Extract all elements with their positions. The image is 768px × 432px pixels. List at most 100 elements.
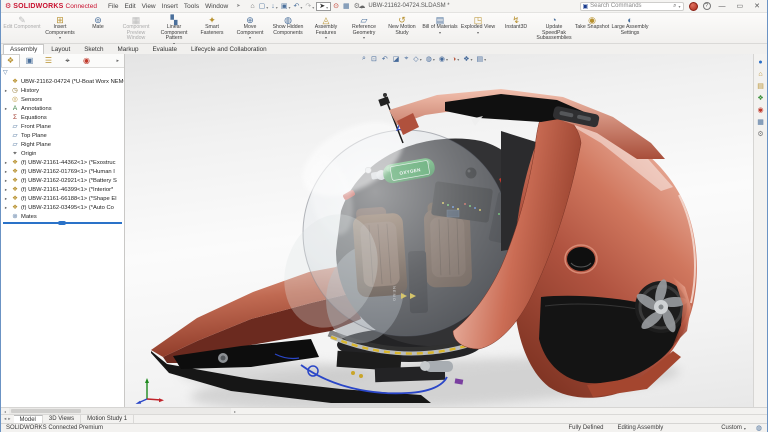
quick-access-button[interactable]: ↓ ▾ (270, 3, 279, 10)
panel-tab[interactable]: ▣ (20, 55, 39, 67)
panel-tab[interactable]: ❖ (1, 54, 20, 67)
panel-tab[interactable]: ◉ (77, 55, 96, 67)
help-button[interactable]: ? (703, 2, 711, 10)
tree-item[interactable]: ▸ ❖ (f) UBW-21161-44362<1> (*Exostruc (3, 158, 124, 167)
ribbon-button[interactable]: ⊞ Insert Components ▾ (41, 14, 79, 43)
ribbon-button[interactable]: ⊚ Mate (79, 14, 117, 43)
ribbon-button[interactable]: ◳ Exploded View ▾ (459, 14, 497, 43)
ribbon-button[interactable]: ◉ Take Snapshot (573, 14, 611, 43)
quick-access-button[interactable]: ⚙ ▾ (353, 3, 364, 10)
ribbon-tab[interactable]: Evaluate (145, 44, 184, 54)
tree-item[interactable]: ▸ ◷ History (3, 86, 124, 95)
view-tool-button[interactable]: ◪ (393, 55, 401, 63)
tree-item[interactable]: Σ Equations (3, 113, 124, 122)
filter-icon[interactable]: ▽ (3, 69, 8, 76)
panel-tab[interactable]: ☰ (39, 55, 58, 67)
tab-nav-right-icon[interactable]: ▸ (8, 416, 10, 422)
minimize-button[interactable]: — (716, 3, 729, 10)
search-icon[interactable]: ⌕ (673, 3, 676, 10)
tree-item[interactable]: ▱ Top Plane (3, 131, 124, 140)
task-pane-icon[interactable]: ⌂ (758, 71, 762, 78)
tree-item[interactable]: ▱ Front Plane (3, 122, 124, 131)
quick-access-button[interactable]: ➤ ▾ (316, 2, 331, 11)
tree-item[interactable]: ▸ ❖ (f) UBW-21162-02921<1> (*Battery S (3, 176, 124, 185)
ribbon-button[interactable]: ▤ Bill of Materials ▾ (421, 14, 459, 43)
ribbon-button[interactable]: ◍ Show Hidden Components (269, 14, 307, 43)
scrollbar-thumb[interactable] (11, 409, 81, 413)
close-button[interactable]: ✕ (751, 2, 763, 10)
quick-access-button[interactable]: ⌂ (249, 3, 256, 10)
ribbon-tab[interactable]: Markup (110, 44, 145, 54)
ribbon-button[interactable]: ↯ Instant3D (497, 14, 535, 43)
view-tool-button[interactable]: ▤ ▾ (477, 55, 487, 63)
user-avatar[interactable] (689, 2, 698, 11)
tree-item[interactable]: ▸ ❖ (f) UBW-21161-66188<1> (*Shape El (3, 194, 124, 203)
menu-item[interactable]: Window (202, 3, 231, 10)
task-pane-icon[interactable]: ▤ (757, 83, 764, 90)
expand-caret-icon[interactable]: ▸ (3, 106, 9, 112)
ribbon-button[interactable]: ◬ Assembly Features ▾ (307, 14, 345, 43)
ribbon-button[interactable]: ✎ Edit Component (3, 14, 41, 43)
ribbon-button[interactable]: ▚ Linear Component Pattern ▾ (155, 14, 193, 43)
quick-access-button[interactable]: ↶ ▾ (292, 3, 303, 10)
task-pane-icon[interactable]: ▦ (757, 119, 764, 126)
tree-item[interactable]: ▸ ❖ (f) UBW-21161-46399<1> (*Interior* (3, 185, 124, 194)
view-tool-button[interactable]: ⌕ (362, 55, 367, 63)
model-tab[interactable]: 3D Views (43, 415, 81, 423)
ribbon-button[interactable]: ▦ Component Preview Window (117, 14, 155, 43)
ribbon-button[interactable]: ◐ Large Assembly Settings (611, 14, 649, 43)
expand-caret-icon[interactable]: ▸ (3, 169, 9, 175)
search-caret-icon[interactable]: ▾ (678, 4, 680, 9)
menu-item[interactable]: Tools (181, 3, 202, 10)
model-tab[interactable]: Motion Study 1 (81, 415, 134, 423)
view-tool-button[interactable]: ❖ ▾ (463, 55, 472, 63)
ribbon-button[interactable]: ◔ Update SpeedPak Subassemblies (535, 14, 573, 43)
tab-nav-left-icon[interactable]: ◂ (4, 416, 6, 422)
quick-access-button[interactable]: ↷ ▾ (304, 3, 315, 10)
panel-tabs-more-icon[interactable]: ▸ (116, 58, 122, 64)
quick-access-button[interactable]: ▣ ▾ (280, 3, 292, 10)
view-tool-button[interactable]: ◉ ▾ (439, 55, 448, 63)
quick-access-button[interactable]: ▢ ▾ (258, 3, 270, 10)
view-tool-button[interactable]: ⌖ (404, 55, 409, 63)
menu-item[interactable]: Insert (159, 3, 181, 10)
task-pane-icon[interactable]: ❖ (757, 95, 763, 102)
quick-access-button[interactable]: ⊙ (332, 3, 341, 10)
view-tool-button[interactable]: ◍ ▾ (426, 55, 435, 63)
tree-item[interactable]: ◎ Sensors (3, 95, 124, 104)
ribbon-tab[interactable]: Lifecycle and Collaboration (184, 44, 274, 54)
expand-caret-icon[interactable]: ▸ (3, 196, 9, 202)
graphics-viewport[interactable]: ⌕ ⊡ ↶ ◪ ⌖ ◇ (125, 54, 753, 407)
ribbon-button[interactable]: ↺ New Motion Study (383, 14, 421, 43)
expand-caret-icon[interactable]: ▸ (3, 178, 9, 184)
tree-item[interactable]: ⊚ Mates (3, 212, 124, 221)
horizontal-scrollbar[interactable]: ◂ ▸ (1, 407, 767, 414)
view-tool-button[interactable]: ↶ (382, 55, 389, 63)
tree-item[interactable]: ⌖ Origin (3, 149, 124, 158)
menu-item[interactable]: View (139, 3, 159, 10)
ribbon-button[interactable]: ⊕ Move Component ▾ (231, 14, 269, 43)
tree-root[interactable]: ❖ UBW-21162-04724 (*U-Boat Worx NEMO (3, 77, 124, 86)
tree-item[interactable]: ▸ A Annotations (3, 104, 124, 113)
tree-item[interactable]: ▸ ❖ (f) UBW-21162-01769<1> (*Human I (3, 167, 124, 176)
expand-caret-icon[interactable]: ▸ (3, 160, 9, 166)
ribbon-button[interactable]: ▱ Reference Geometry ▾ (345, 14, 383, 43)
view-tool-button[interactable]: ◇ ▾ (413, 55, 421, 63)
quick-access-button[interactable]: ▦ (342, 3, 352, 10)
tree-item[interactable]: ▱ Right Plane (3, 140, 124, 149)
rollback-bar[interactable] (3, 222, 122, 224)
panel-tab[interactable]: ⌖ (58, 55, 77, 67)
globe-icon[interactable]: ◍ (756, 424, 762, 432)
task-pane-icon[interactable]: ⚙ (757, 131, 763, 138)
tree-item[interactable]: ▸ ❖ (f) UBW-21162-03495<1> (*Auto Co (3, 203, 124, 212)
search-input[interactable]: ▣ Search Commands ⌕ ▾ (580, 2, 684, 11)
units-dropdown[interactable]: Custom ▾ (721, 425, 746, 431)
menu-item[interactable]: Edit (121, 3, 138, 10)
menu-item[interactable]: File (105, 3, 121, 10)
tab-nav[interactable]: ◂ ▸ (1, 415, 14, 423)
restore-button[interactable]: ▭ (734, 2, 747, 10)
ribbon-tab[interactable]: Assembly (3, 44, 44, 54)
expand-caret-icon[interactable]: ▸ (3, 88, 9, 94)
ribbon-tab[interactable]: Sketch (77, 44, 110, 54)
view-tool-button[interactable]: ⊡ (371, 55, 378, 63)
